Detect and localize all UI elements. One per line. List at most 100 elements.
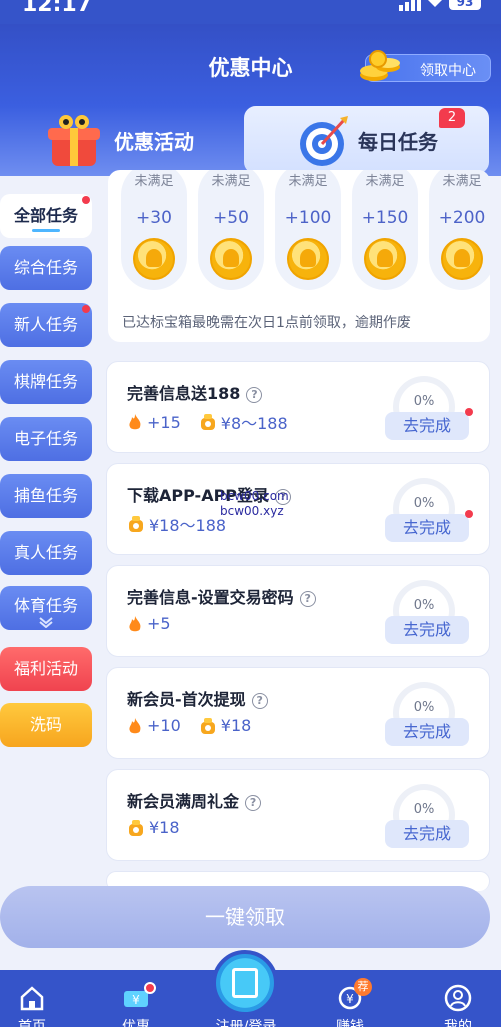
progress-gauge: 0% [393, 478, 455, 540]
go-complete-button[interactable]: 去完成 [385, 820, 469, 848]
reward-caption: 未满足 [365, 174, 405, 189]
reward-milestone[interactable]: 未满足 +30 [121, 170, 187, 290]
target-icon [300, 116, 348, 166]
help-icon[interactable]: ? [251, 693, 268, 709]
reward-caption: 未满足 [211, 174, 251, 189]
register-login-label: 注册/登录 [215, 1019, 277, 1027]
reward-points: +50 [213, 208, 249, 228]
task-name: 完善信息-设置交易密码? [127, 584, 316, 608]
task-card: 新会员-首次提现? +10 ¥18 0% 去完成 [106, 667, 490, 759]
tab-daily-tasks[interactable]: 每日任务 2 [244, 106, 489, 174]
go-complete-label: 去完成 [402, 722, 451, 741]
task-rewards: +15 ¥8～188 [127, 410, 288, 434]
go-complete-label: 去完成 [402, 824, 451, 843]
svg-text:¥: ¥ [132, 993, 140, 1007]
notification-dot [82, 305, 90, 313]
progress-percent: 0% [413, 802, 435, 817]
nav-home-label: 首页 [18, 1019, 46, 1027]
task-card: 新会员满周礼金? ¥18 0% 去完成 [106, 769, 490, 861]
progress-percent: 0% [413, 394, 435, 409]
sidebar-item-chess[interactable]: 棋牌任务 [0, 360, 92, 404]
battery-icon: 93 [449, 0, 481, 10]
task-points: +15 [147, 412, 181, 432]
sidebar-item-label: 棋牌任务 [13, 372, 78, 391]
sidebar-item-live[interactable]: 真人任务 [0, 531, 92, 575]
reward-points: +200 [438, 208, 486, 228]
task-name: 新会员满周礼金? [127, 788, 262, 812]
nav-mine[interactable]: 我的 [418, 970, 498, 1027]
go-complete-button[interactable]: 去完成 [385, 510, 473, 542]
reward-milestone[interactable]: 未满足 +200 [429, 170, 490, 290]
fire-icon [129, 414, 141, 430]
door-icon [232, 968, 258, 998]
watermark-line: bcw00.xyz [220, 504, 284, 518]
sidebar-item-sports[interactable]: 体育任务 [0, 586, 92, 630]
task-points: +10 [147, 716, 181, 735]
help-icon[interactable]: ? [299, 591, 316, 607]
sidebar-item-general[interactable]: 综合任务 [0, 246, 92, 290]
reward-points: +30 [136, 208, 172, 228]
daily-tasks-badge: 2 [439, 108, 465, 128]
claim-all-button[interactable]: 一键领取 [0, 886, 490, 948]
task-name-text: 完善信息送188 [127, 384, 241, 403]
progress-percent: 0% [413, 598, 435, 613]
go-complete-button[interactable]: 去完成 [385, 408, 473, 440]
coin-icon [364, 238, 406, 280]
claim-center-button[interactable]: 领取中心 [360, 50, 491, 82]
reward-milestones-card: 未满足 +30 未满足 +50 未满足 +100 未满足 +150 未满足 +2… [108, 170, 490, 342]
sidebar-item-newbie[interactable]: 新人任务 [0, 303, 92, 347]
sidebar-item-fishing[interactable]: 捕鱼任务 [0, 474, 92, 518]
reward-caption: 未满足 [288, 174, 328, 189]
sidebar-item-all[interactable]: 全部任务 [0, 194, 92, 238]
chevron-down-icon[interactable] [38, 616, 54, 628]
help-icon[interactable]: ? [246, 387, 263, 403]
sidebar-item-welfare[interactable]: 福利活动 [0, 647, 92, 691]
active-underline [32, 229, 60, 232]
tab-promotions[interactable]: 优惠活动 [0, 106, 245, 176]
nav-home[interactable]: 首页 [0, 970, 72, 1027]
register-login-button[interactable] [212, 950, 278, 1016]
sidebar-item-label: 综合任务 [13, 258, 78, 277]
tab-promotions-label: 优惠活动 [114, 130, 194, 154]
reward-milestone[interactable]: 未满足 +100 [275, 170, 341, 290]
coin-icon [133, 238, 175, 280]
go-complete-label: 去完成 [402, 620, 451, 639]
nav-promo[interactable]: ¥ 优惠 [96, 970, 176, 1027]
sidebar-item-label: 福利活动 [13, 659, 78, 678]
gift-box-icon [48, 115, 100, 166]
user-icon [444, 984, 472, 1012]
go-complete-button[interactable]: 去完成 [385, 616, 469, 644]
nav-earn[interactable]: ¥ 荐 赚钱 [310, 970, 390, 1027]
task-rewards: +5 [127, 614, 171, 633]
coin-icon [287, 238, 329, 280]
money-bag-icon [129, 819, 143, 836]
recommend-badge: 荐 [354, 978, 372, 996]
go-complete-button[interactable]: 去完成 [385, 718, 469, 746]
progress-gauge: 0% [393, 682, 455, 744]
money-bag-icon [129, 516, 143, 532]
notification-dot [82, 196, 90, 204]
sidebar-item-rebate[interactable]: 洗码 [0, 703, 92, 747]
tab-daily-tasks-label: 每日任务 [358, 130, 438, 154]
watermark-line: bcw00.com [220, 489, 289, 503]
sidebar-item-label: 体育任务 [13, 596, 78, 615]
reward-points: +100 [284, 208, 332, 228]
task-cash: ¥18～188 [149, 516, 227, 535]
nav-earn-label: 赚钱 [336, 1019, 364, 1027]
fire-icon [129, 717, 141, 733]
task-name: 新会员-首次提现? [127, 686, 268, 710]
reward-milestone[interactable]: 未满足 +150 [352, 170, 418, 290]
sidebar-item-electronic[interactable]: 电子任务 [0, 417, 92, 461]
task-rewards: ¥18 [127, 818, 180, 837]
reward-points: +150 [361, 208, 409, 228]
reward-milestone[interactable]: 未满足 +50 [198, 170, 264, 290]
task-name-text: 新会员满周礼金 [127, 792, 240, 811]
notification-dot [144, 982, 156, 994]
help-icon[interactable]: ? [245, 795, 262, 811]
progress-gauge: 0% [393, 784, 455, 846]
sidebar-item-label: 新人任务 [13, 315, 78, 334]
progress-gauge: 0% [393, 580, 455, 642]
nav-mine-label: 我的 [444, 1019, 472, 1027]
sidebar-item-label: 真人任务 [13, 543, 78, 562]
progress-gauge: 0% [393, 376, 455, 438]
